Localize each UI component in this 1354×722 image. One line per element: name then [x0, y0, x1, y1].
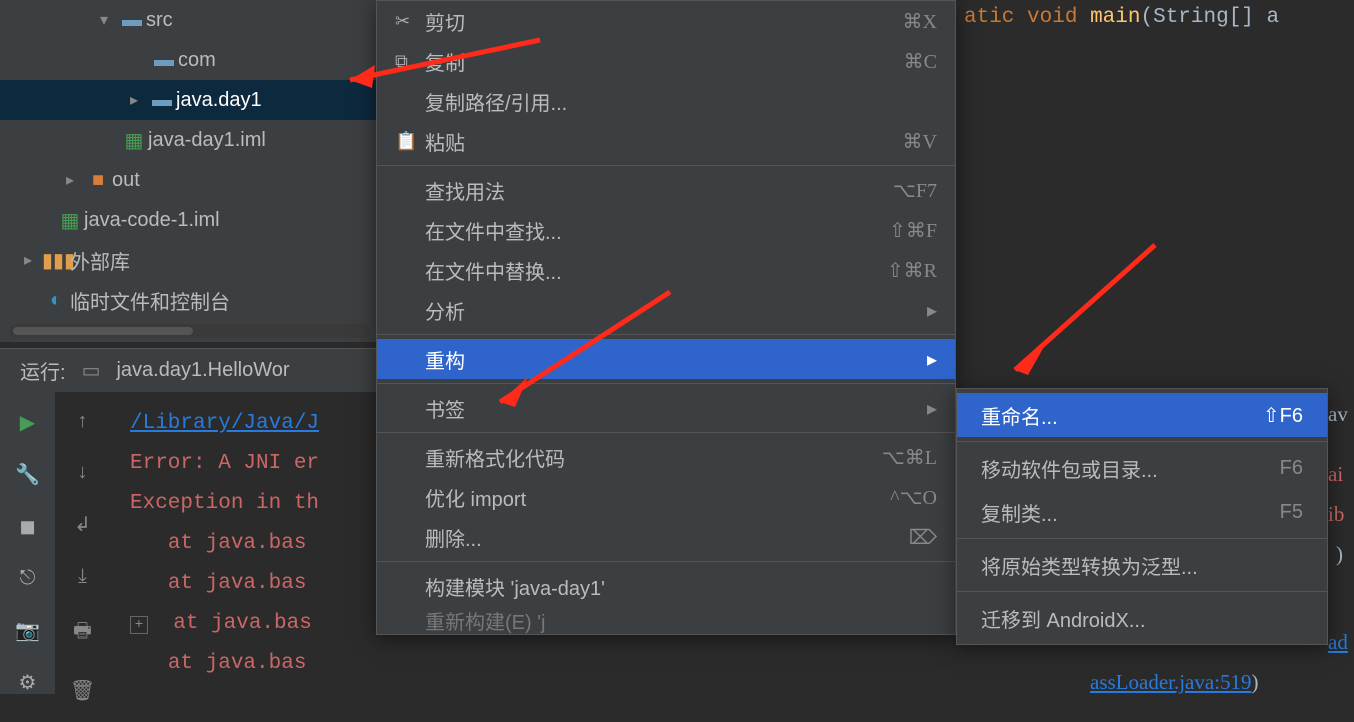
camera-icon[interactable]: 📷 [16, 618, 40, 642]
submenu-item-rename[interactable]: 重命名... ⇧F6 [957, 393, 1327, 437]
menu-item-refactor[interactable]: 重构 ▸ [377, 339, 955, 379]
menu-item-replace-in-files[interactable]: 在文件中替换... ⇧⌘R [377, 250, 955, 290]
menu-item-copy-path[interactable]: 复制路径/引用... [377, 81, 955, 121]
folder-icon: ▬ [150, 49, 178, 72]
chevron-right-icon: ▸ [120, 90, 148, 110]
submenu-item-migrate-androidx[interactable]: 迁移到 AndroidX... [957, 596, 1327, 640]
file-icon: ▦ [56, 208, 84, 233]
up-arrow-icon[interactable]: ↑ [78, 410, 88, 433]
menu-separator [377, 561, 955, 562]
wrap-icon[interactable]: ↲ [74, 512, 91, 537]
down-arrow-icon[interactable]: ↓ [78, 461, 88, 484]
menu-separator [957, 591, 1327, 592]
chevron-right-icon: ▸ [927, 396, 937, 421]
tree-item-javaday1[interactable]: ▸ ▬ java.day1 [0, 80, 380, 120]
run-config-name: java.day1.HelloWor [116, 359, 289, 382]
folder-icon: ■ [84, 169, 112, 192]
menu-item-cut[interactable]: ✂ 剪切 ⌘X [377, 1, 955, 41]
chevron-down-icon: ▾ [90, 10, 118, 30]
menu-item-reformat[interactable]: 重新格式化代码 ⌥⌘L [377, 437, 955, 477]
run-label: 运行: [20, 356, 66, 385]
keyword: atic [964, 6, 1014, 29]
run-toolwindow-header: 运行: ▭ java.day1.HelloWor [0, 348, 380, 392]
menu-item-find-in-files[interactable]: 在文件中查找... ⇧⌘F [377, 210, 955, 250]
tree-item-com[interactable]: ▬ com [0, 40, 380, 80]
tree-scrollbar[interactable] [10, 324, 370, 338]
cut-icon: ✂ [395, 11, 425, 32]
run-left-toolbar: ▶ 🔧 ◼ ⎋ 📷 ⚙ [0, 392, 55, 694]
tree-label: java-day1.iml [148, 129, 266, 152]
library-icon: ▮▮▮ [42, 248, 70, 273]
chevron-right-icon: ▸ [927, 298, 937, 323]
menu-separator [377, 334, 955, 335]
folder-icon: ▬ [148, 89, 176, 112]
menu-item-build-module[interactable]: 构建模块 'java-day1' [377, 566, 955, 606]
console-tail: assLoader.java:519) [1090, 670, 1259, 695]
editor-fragment: ) [1336, 542, 1343, 567]
refactor-submenu: 重命名... ⇧F6 移动软件包或目录... F6 复制类... F5 将原始类… [956, 388, 1328, 645]
trash-icon[interactable]: 🗑 [70, 678, 95, 703]
folder-icon: ▬ [118, 9, 146, 32]
method-name: main [1090, 6, 1140, 29]
window-icon: ▭ [82, 358, 101, 383]
menu-item-copy[interactable]: ⧉ 复制 ⌘C [377, 41, 955, 81]
editor-fragment: ib [1328, 502, 1344, 527]
menu-separator [957, 538, 1327, 539]
file-icon: ▦ [120, 128, 148, 153]
params: (String[] a [1140, 6, 1279, 29]
menu-item-delete[interactable]: 删除... ⌦ [377, 517, 955, 557]
menu-separator [957, 441, 1327, 442]
menu-item-optimize-imports[interactable]: 优化 import ^⌥O [377, 477, 955, 517]
chevron-right-icon: ▸ [56, 170, 84, 190]
menu-item-find-usages[interactable]: 查找用法 ⌥F7 [377, 170, 955, 210]
tree-item-iml2[interactable]: ▦ java-code-1.iml [0, 200, 380, 240]
tree-item-src[interactable]: ▾ ▬ src [0, 0, 380, 40]
tree-label: 临时文件和控制台 [70, 286, 230, 315]
tree-item-scratches[interactable]: ◐ 临时文件和控制台 [0, 280, 380, 320]
console-line: at java.bas [130, 644, 940, 684]
wrench-icon[interactable]: 🔧 [16, 462, 40, 486]
tree-label: java.day1 [176, 89, 262, 112]
menu-item-bookmarks[interactable]: 书签 ▸ [377, 388, 955, 428]
tree-label: java-code-1.iml [84, 209, 220, 232]
expand-icon[interactable]: + [130, 616, 148, 634]
tree-label: 外部库 [70, 246, 130, 275]
run-icon[interactable]: ▶ [16, 410, 40, 434]
editor-fragment: av [1328, 402, 1348, 427]
tree-item-external-libs[interactable]: ▸ ▮▮▮ 外部库 [0, 240, 380, 280]
menu-separator [377, 383, 955, 384]
submenu-item-move[interactable]: 移动软件包或目录... F6 [957, 446, 1327, 490]
editor-fragment: ai [1328, 462, 1343, 487]
tree-label: src [146, 9, 173, 32]
menu-item-analyze[interactable]: 分析 ▸ [377, 290, 955, 330]
tree-item-out[interactable]: ▸ ■ out [0, 160, 380, 200]
scratch-icon: ◐ [42, 289, 70, 312]
editor-fragment: ad [1328, 630, 1348, 655]
menu-separator [377, 432, 955, 433]
editor-area[interactable]: atic void main(String[] a [960, 0, 1354, 392]
context-menu: ✂ 剪切 ⌘X ⧉ 复制 ⌘C 复制路径/引用... 📋 粘贴 ⌘V 查找用法 … [376, 0, 956, 635]
menu-separator [377, 165, 955, 166]
tree-label: com [178, 49, 216, 72]
exit-icon[interactable]: ⎋ [16, 566, 40, 590]
scroll-icon[interactable]: ⤓ [78, 565, 87, 588]
stop-icon[interactable]: ◼ [16, 514, 40, 538]
menu-item-paste[interactable]: 📋 粘贴 ⌘V [377, 121, 955, 161]
submenu-item-generify[interactable]: 将原始类型转换为泛型... [957, 543, 1327, 587]
copy-icon: ⧉ [395, 51, 425, 72]
tree-label: out [112, 169, 140, 192]
run-nav-toolbar: ↑ ↓ ↲ ⤓ 🖶 🗑 [55, 392, 110, 703]
menu-item-rebuild[interactable]: 重新构建(E) 'j [377, 606, 955, 634]
settings-icon[interactable]: ⚙ [16, 670, 40, 694]
submenu-item-copy-class[interactable]: 复制类... F5 [957, 490, 1327, 534]
chevron-right-icon: ▸ [927, 347, 937, 372]
tree-item-iml1[interactable]: ▦ java-day1.iml [0, 120, 380, 160]
paste-icon: 📋 [395, 131, 425, 152]
chevron-right-icon: ▸ [14, 250, 42, 270]
project-tree: ▾ ▬ src ▬ com ▸ ▬ java.day1 ▦ java-day1.… [0, 0, 380, 342]
print-icon[interactable]: 🖶 [73, 616, 92, 650]
console-link[interactable]: /Library/Java/J [130, 412, 319, 435]
keyword: void [1027, 6, 1077, 29]
